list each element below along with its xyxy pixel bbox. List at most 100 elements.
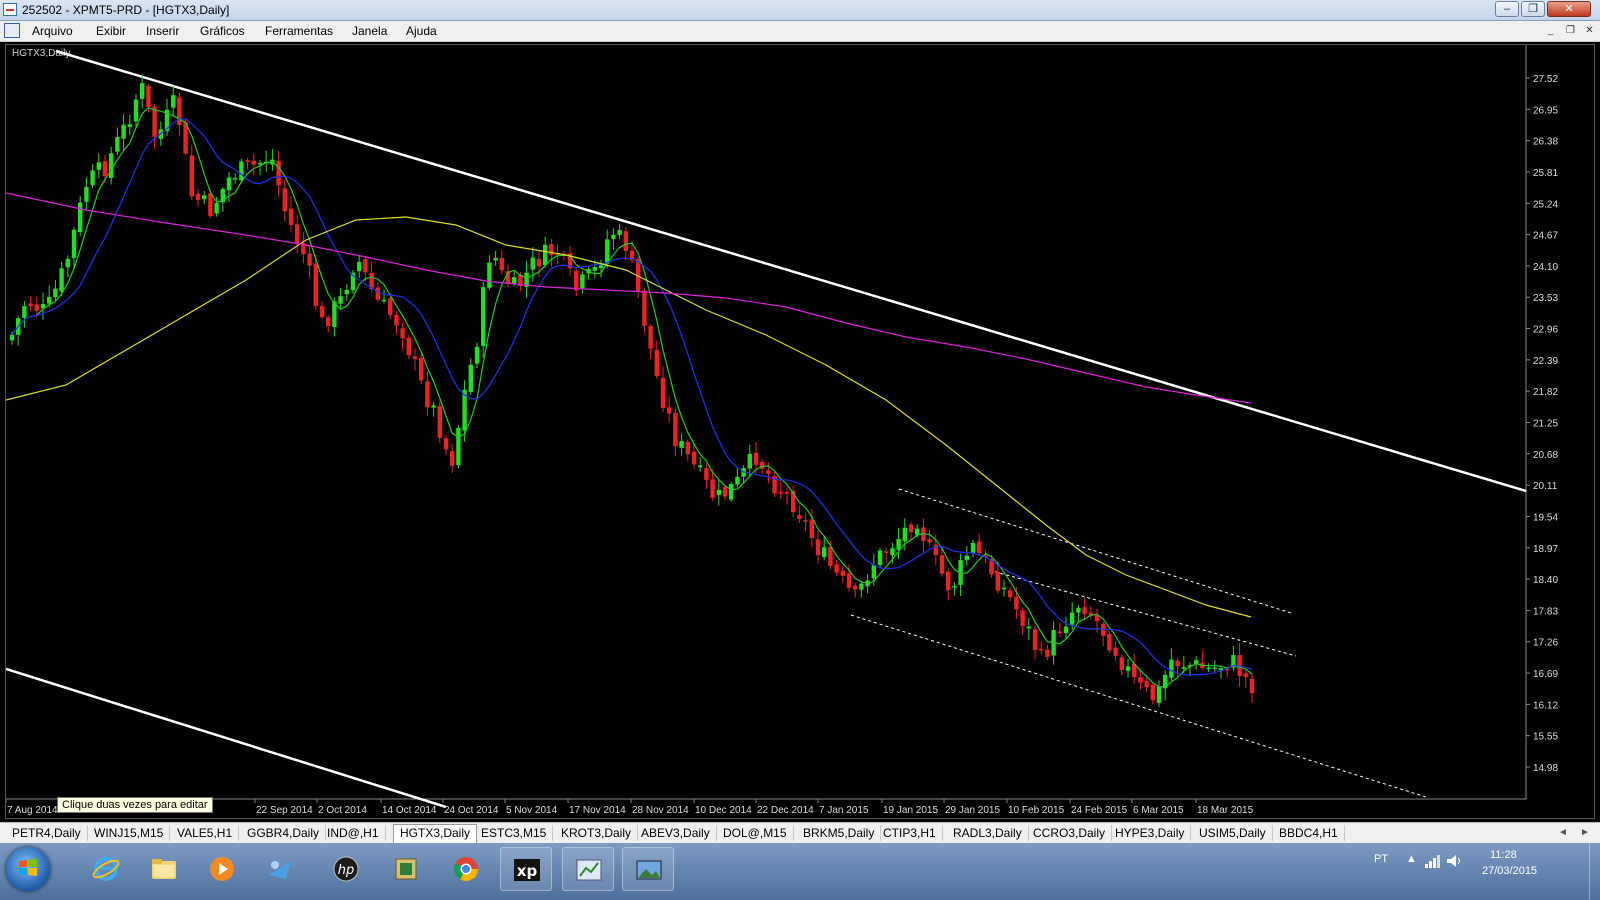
- menu-graficos[interactable]: Gráficos: [200, 24, 245, 38]
- candle: [1237, 643, 1242, 687]
- tab-ggbr4-daily[interactable]: GGBR4,Daily: [241, 825, 327, 841]
- mdi-close-button[interactable]: ✕: [1582, 24, 1597, 38]
- tab-estc3-m15[interactable]: ESTC3,M15: [475, 825, 554, 841]
- date-label: 6 Mar 2015: [1133, 805, 1184, 816]
- tab-ctip3-h1[interactable]: CTIP3,H1: [877, 825, 943, 841]
- tab-hgtx3-daily[interactable]: HGTX3,Daily: [393, 824, 478, 843]
- minimize-button[interactable]: –: [1495, 1, 1519, 17]
- candle: [1206, 663, 1211, 672]
- metatrader-task[interactable]: [562, 847, 614, 891]
- candle: [65, 255, 70, 278]
- price-label: 20.68: [1533, 450, 1558, 461]
- channel-upper-dashed: [898, 488, 1292, 614]
- tab-winj15-m15[interactable]: WINJ15,M15: [88, 825, 171, 841]
- candle: [400, 322, 405, 350]
- lower-trendline: [6, 667, 447, 809]
- window-title: 252502 - XPMT5-PRD - [HGTX3,Daily]: [22, 3, 230, 17]
- language-indicator[interactable]: PT: [1374, 853, 1388, 865]
- candle: [419, 352, 424, 385]
- menu-exibir[interactable]: Exibir: [96, 24, 126, 38]
- network-tool-task[interactable]: [254, 847, 306, 891]
- candle: [276, 151, 281, 197]
- menu-inserir[interactable]: Inserir: [146, 24, 179, 38]
- price-chart[interactable]: 27.52 26.95 26.38 25.81 25.24 24.67 24.10 23.53…: [6, 45, 1596, 820]
- price-label: 16.12: [1533, 700, 1558, 711]
- clock-date[interactable]: 27/03/2015: [1482, 865, 1537, 877]
- tab-dol-m15[interactable]: DOL@,M15: [717, 825, 794, 841]
- candle: [1082, 596, 1087, 621]
- candle: [648, 323, 653, 359]
- candle: [195, 188, 201, 208]
- clock-time[interactable]: 11:28: [1490, 849, 1517, 861]
- show-hidden-icons-button[interactable]: ▲: [1406, 853, 1417, 865]
- candle: [691, 444, 697, 469]
- media-player-task[interactable]: [196, 847, 248, 891]
- chart-window[interactable]: HGTX3,Daily 27.52 26.95 26.38 25.81 25.24 24.…: [5, 44, 1595, 819]
- tab-ind-h1[interactable]: IND@,H1: [321, 825, 386, 841]
- candle: [202, 191, 207, 205]
- candle: [344, 284, 349, 301]
- volume-icon[interactable]: [1446, 854, 1462, 868]
- menu-janela[interactable]: Janela: [352, 24, 387, 38]
- candle: [84, 177, 89, 211]
- mdi-restore-button[interactable]: ❐: [1563, 24, 1578, 38]
- tabs-scroll-right[interactable]: ►: [1578, 825, 1592, 841]
- tab-brkm5-daily[interactable]: BRKM5,Daily: [797, 825, 882, 841]
- tabs-scroll-left[interactable]: ◄: [1556, 825, 1570, 841]
- candle: [840, 565, 845, 583]
- menu-ferramentas[interactable]: Ferramentas: [265, 24, 333, 38]
- candle: [456, 425, 461, 469]
- tab-radl3-daily[interactable]: RADL3,Daily: [947, 825, 1029, 841]
- candle: [307, 246, 312, 278]
- photo-viewer-task[interactable]: [622, 847, 674, 891]
- tab-usim5-daily[interactable]: USIM5,Daily: [1193, 825, 1273, 841]
- tab-krot3-daily[interactable]: KROT3,Daily: [555, 825, 639, 841]
- xp-app-task[interactable]: xp: [500, 847, 552, 891]
- candle: [859, 580, 864, 598]
- chrome-task[interactable]: [440, 847, 492, 891]
- archive-icon: [395, 858, 417, 880]
- tab-bbdc4-h1[interactable]: BBDC4,H1: [1273, 825, 1345, 841]
- candle: [412, 348, 418, 371]
- close-button[interactable]: ✕: [1547, 1, 1591, 17]
- candle: [1113, 640, 1118, 661]
- candle: [1008, 586, 1013, 602]
- mdi-minimize-button[interactable]: _: [1543, 24, 1558, 38]
- tab-abev3-daily[interactable]: ABEV3,Daily: [635, 825, 717, 841]
- candle: [16, 315, 21, 346]
- windows-start-button[interactable]: [6, 847, 50, 891]
- price-label: 25.24: [1533, 199, 1558, 210]
- candle: [189, 145, 194, 200]
- candle: [574, 268, 579, 296]
- candle: [660, 366, 666, 413]
- candle: [772, 471, 777, 497]
- candle: [958, 553, 963, 596]
- candle: [474, 342, 480, 369]
- archive-tool-task[interactable]: [380, 847, 432, 891]
- menu-arquivo[interactable]: Arquivo: [32, 24, 73, 38]
- tab-hype3-daily[interactable]: HYPE3,Daily: [1109, 825, 1192, 841]
- candlesticks: [9, 74, 1255, 707]
- price-label: 22.39: [1533, 356, 1558, 367]
- file-explorer-task[interactable]: [138, 847, 190, 891]
- candle: [1063, 616, 1069, 640]
- candle: [233, 173, 238, 184]
- tab-ccro3-daily[interactable]: CCRO3,Daily: [1027, 825, 1113, 841]
- network-signal-icon[interactable]: [1424, 854, 1440, 868]
- candle: [1175, 658, 1180, 678]
- internet-explorer-task[interactable]: [80, 847, 132, 891]
- ma-slow-line: [6, 216, 1252, 618]
- tab-vale5-h1[interactable]: VALE5,H1: [171, 825, 240, 841]
- date-label: 2 Oct 2014: [318, 805, 367, 816]
- show-desktop-button[interactable]: [1589, 843, 1600, 900]
- price-label: 24.10: [1533, 262, 1558, 273]
- candle: [580, 270, 585, 294]
- mdi-window-icon[interactable]: [4, 23, 20, 38]
- candle: [357, 255, 362, 279]
- maximize-button[interactable]: ❐: [1521, 1, 1545, 17]
- menu-ajuda[interactable]: Ajuda: [406, 24, 437, 38]
- candle: [784, 487, 790, 505]
- hp-tool-task[interactable]: hp: [320, 847, 372, 891]
- tab-petr4-daily[interactable]: PETR4,Daily: [6, 825, 88, 841]
- candle: [946, 568, 951, 601]
